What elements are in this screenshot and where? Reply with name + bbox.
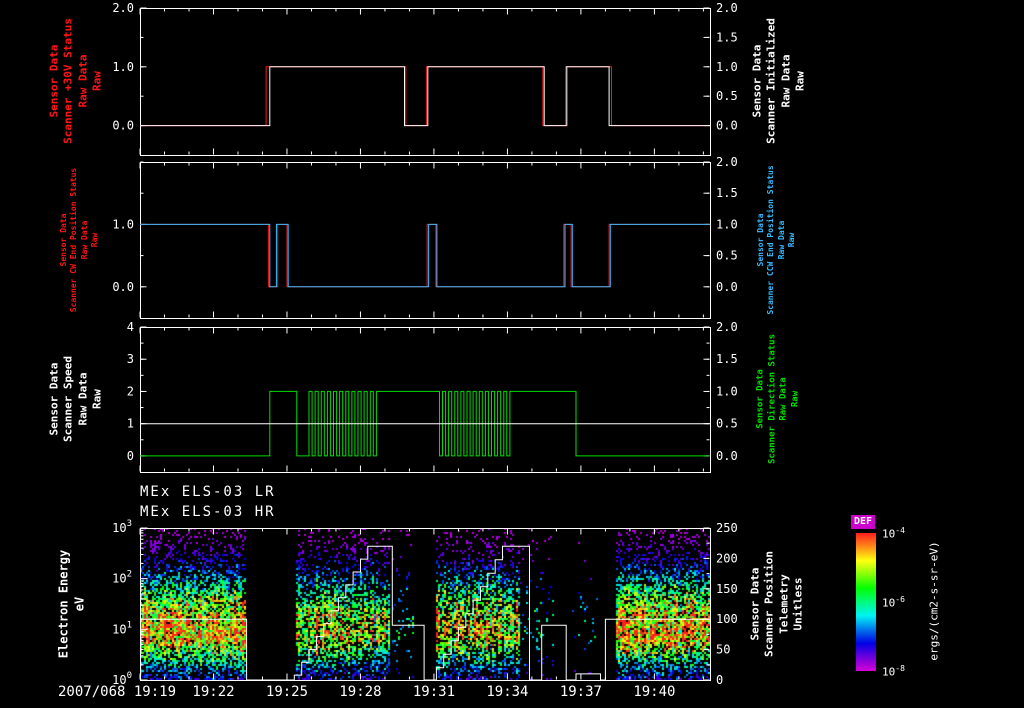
svg-text:0.5: 0.5 [716,249,738,263]
colorbar-gradient [856,533,876,671]
scanner-plus30v-status-raw-trace [140,66,710,127]
panel4-left-label: Electron Energy eV [56,549,86,659]
svg-text:0: 0 [127,449,134,463]
svg-text:0.0: 0.0 [716,280,738,294]
scanner-speed-panel-left-tick-labels: 4 3 2 1 0 [127,320,134,463]
svg-text:3: 3 [127,352,134,366]
svg-text:250: 250 [716,521,738,535]
x-tick-label: 19:25 [265,684,309,700]
svg-text:1.0: 1.0 [112,60,134,74]
svg-text:0.0: 0.0 [112,119,134,133]
scanner-position-telemetry-trace [140,545,710,681]
svg-text:101: 101 [112,620,132,636]
scanner-speed-panel: 4 3 2 1 0 2.0 1.5 1.0 0.5 0.0 [127,320,738,473]
svg-text:0.5: 0.5 [716,89,738,103]
panel3-left-label: Sensor Data Scanner Speed Raw Data Raw [47,355,104,443]
svg-text:2.0: 2.0 [112,1,134,15]
panel2-left-label: Sensor Data Scanner CW End Position Statu… [59,167,100,313]
svg-text:1.0: 1.0 [716,384,738,398]
panel1-right-label: Sensor Data Scanner Initialized Raw Data Ra… [750,18,807,144]
x-tick-label: 19:28 [339,684,382,700]
svg-text:50: 50 [716,643,730,657]
svg-text:1.0: 1.0 [716,217,738,231]
svg-text:4: 4 [127,320,134,334]
spectrogram-panel: 103 102 101 100250 200 150 100 50 0 [112,519,738,687]
els-quicklook-plot: MEx ELS-03 LR MEx ELS-03 HR 2.0 1.0 0.0 2.0… [0,0,1024,708]
svg-text:2: 2 [127,384,134,398]
x-tick-label: 19:31 [412,684,456,700]
panel3-right-label: Sensor Data Scanner Direction Status Raw D… [755,333,801,465]
colorbar-tick-label: 10-4 [882,526,905,541]
x-axis-date-label: 2007/068 19:19 [58,684,177,700]
svg-text:0.0: 0.0 [716,449,738,463]
svg-text:1.5: 1.5 [716,30,738,44]
scanner-status-panel-right-tick-labels: 2.0 1.5 1.0 0.5 0.0 [716,1,738,133]
svg-text:0.0: 0.0 [716,119,738,133]
svg-text:0.0: 0.0 [112,280,134,294]
svg-text:103: 103 [112,519,132,535]
colorbar-unit-label: ergs/(cm2-s-sr-eV) [927,541,941,661]
scanner-cw-end-position-status-raw-trace [140,223,710,288]
panel4-right-label: Sensor Data Scanner Position Telemetry Unit… [748,551,805,657]
svg-text:200: 200 [716,551,738,565]
svg-text:150: 150 [716,582,738,596]
svg-text:0: 0 [716,673,723,687]
svg-text:0.5: 0.5 [716,417,738,431]
colorbar-tick-label: 10-8 [882,664,905,679]
end-position-status-panel-left-tick-labels: 1.0 0.0 [112,217,134,293]
scanner-speed-panel-right-tick-labels: 2.0 1.5 1.0 0.5 0.0 [716,320,738,463]
scanner-initialized-raw-trace [140,66,710,127]
colorbar-title: DEF [851,515,876,529]
svg-text:2.0: 2.0 [716,155,738,169]
scanner-ccw-end-position-status-raw-trace [140,223,710,288]
scanner-status-panel-left-tick-labels: 2.0 1.0 0.0 [112,1,134,133]
x-tick-label: 19:22 [192,684,235,700]
colorbar-tick-label: 10-6 [882,595,905,610]
svg-text:2.0: 2.0 [716,320,738,334]
svg-text:102: 102 [112,570,132,586]
svg-text:1.0: 1.0 [112,217,134,231]
scanner-status-panel: 2.0 1.0 0.0 2.0 1.5 1.0 0.5 0.0 [112,1,738,156]
end-position-status-panel: 1.0 0.0 2.0 1.5 1.0 0.5 0.0 [112,155,738,319]
svg-text:1.5: 1.5 [716,352,738,366]
end-position-status-panel-right-tick-labels: 2.0 1.5 1.0 0.5 0.0 [716,155,738,294]
x-tick-label: 19:40 [633,684,676,700]
x-tick-label: 19:37 [559,684,602,700]
spectrogram-panel-left-tick-labels: 103102101100 [112,519,132,687]
svg-text:1.5: 1.5 [716,186,738,200]
x-tick-label: 19:34 [486,684,529,700]
svg-text:1.0: 1.0 [716,60,738,74]
svg-text:100: 100 [716,612,738,626]
panel1-left-label: Sensor Data Scanner +30V Status Raw Data Ra… [47,18,104,144]
svg-text:1: 1 [127,417,134,431]
spectrogram-panel-right-tick-labels: 250 200 150 100 50 0 [716,521,738,687]
panel2-right-label: Sensor Data Scanner CCW End Position Stat… [756,165,797,315]
svg-text:2.0: 2.0 [716,1,738,15]
